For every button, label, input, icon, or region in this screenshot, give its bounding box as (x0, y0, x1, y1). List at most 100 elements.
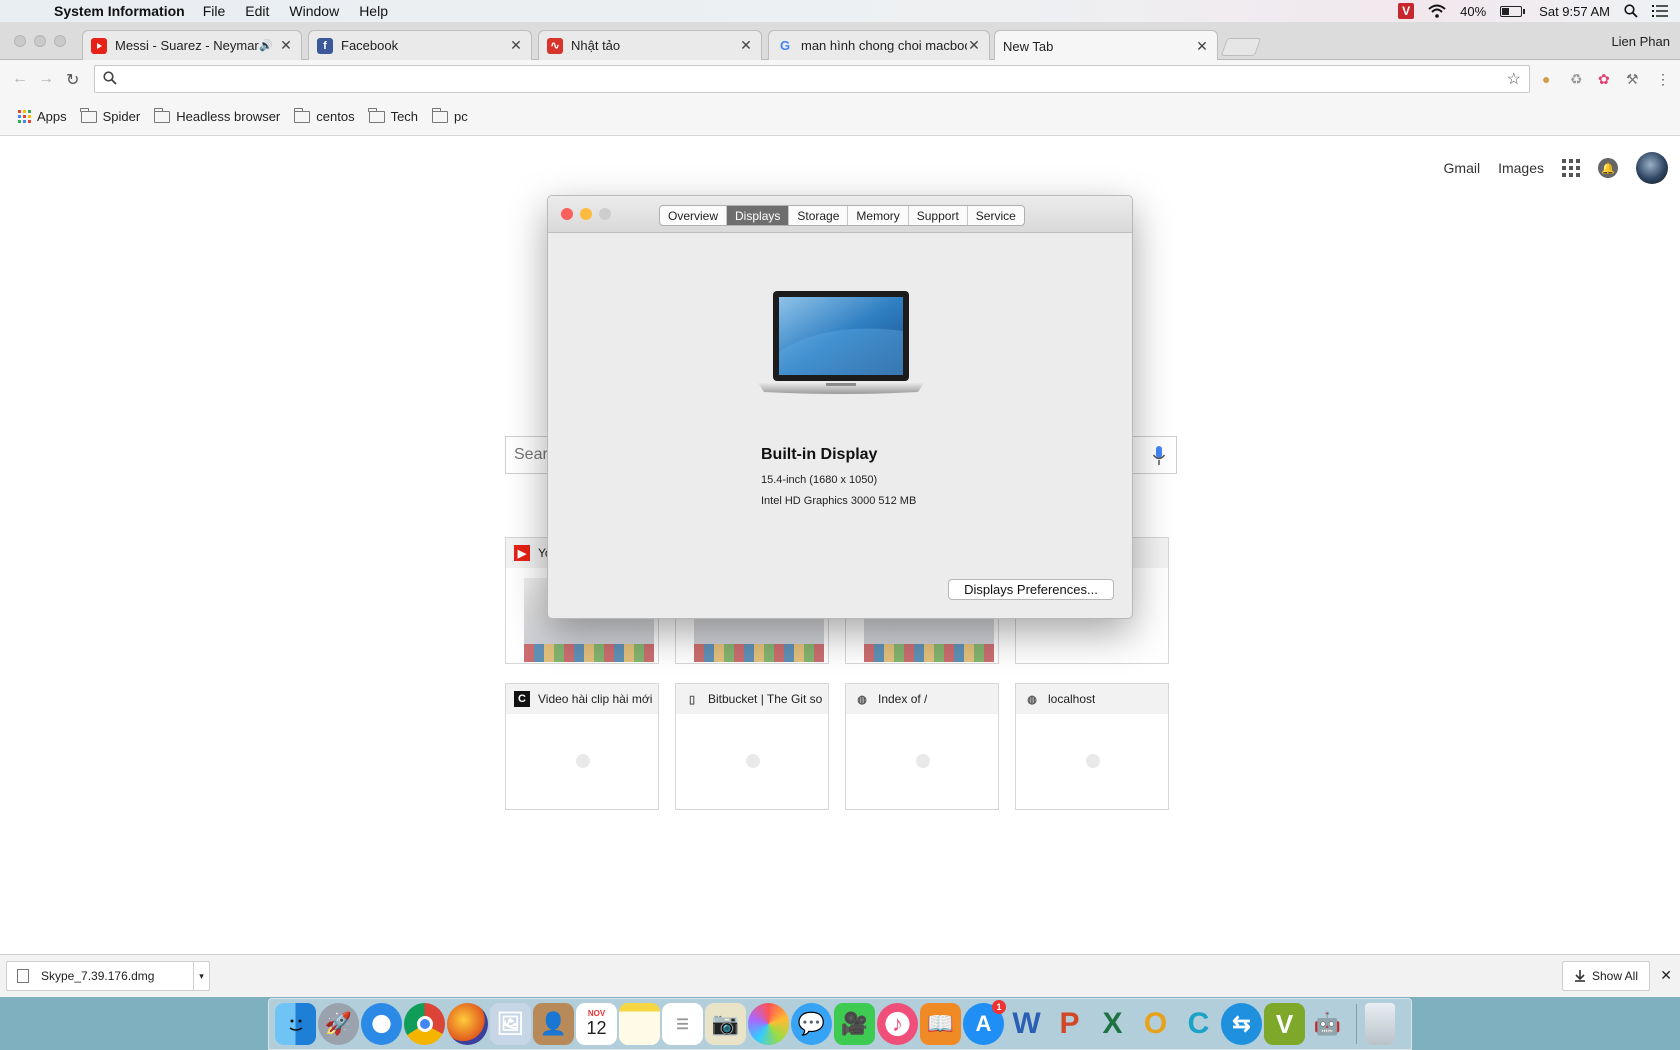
download-menu-arrow-icon[interactable]: ▾ (193, 962, 209, 990)
address-bar[interactable]: ☆ (94, 65, 1530, 93)
tab-new-tab[interactable]: New Tab ✕ (994, 30, 1218, 61)
address-input[interactable] (123, 68, 1493, 90)
bookmark-centos[interactable]: centos (293, 107, 355, 124)
finder-icon[interactable] (275, 1003, 316, 1045)
contacts-icon[interactable]: 👤 (533, 1003, 574, 1045)
vivaldi-status-icon[interactable]: V (1398, 3, 1415, 19)
photos-icon[interactable] (748, 1003, 789, 1045)
bookmark-pc[interactable]: pc (431, 107, 468, 124)
notifications-bell-icon[interactable]: 🔔 (1598, 158, 1618, 178)
bookmark-star-icon[interactable]: ☆ (1507, 69, 1521, 89)
itunes-icon[interactable]: ♪ (877, 1003, 918, 1045)
word-icon[interactable]: W (1006, 1003, 1047, 1045)
bookmark-headless-browser[interactable]: Headless browser (153, 107, 280, 124)
tab-storage[interactable]: Storage (789, 206, 849, 225)
most-visited-tile[interactable]: ◍ Index of / (845, 683, 999, 810)
reload-icon[interactable]: ↻ (66, 70, 79, 90)
excel-icon[interactable]: X (1092, 1003, 1133, 1045)
forward-arrow-icon[interactable]: → (38, 70, 54, 88)
tool-extension-icon[interactable]: ⚒ (1626, 71, 1639, 88)
tab-overview[interactable]: Overview (660, 206, 728, 225)
tab-close-icon[interactable]: ✕ (1195, 38, 1209, 55)
bookmark-spider[interactable]: Spider (80, 107, 140, 124)
ccleaner-icon[interactable]: C (1178, 1003, 1219, 1045)
gmail-link[interactable]: Gmail (1444, 160, 1481, 176)
menu-file[interactable]: File (203, 3, 226, 19)
dialog-zoom-button[interactable] (599, 208, 611, 220)
color-extension-icon[interactable]: ✿ (1598, 71, 1610, 88)
google-apps-icon[interactable] (1562, 159, 1580, 177)
tab-close-icon[interactable]: ✕ (509, 37, 523, 54)
microphone-icon[interactable] (1152, 445, 1166, 467)
tab-close-icon[interactable]: ✕ (967, 37, 981, 54)
chrome-menu-icon[interactable]: ⋮ (1656, 71, 1670, 88)
speaker-icon[interactable]: 🔊 (259, 39, 273, 52)
back-arrow-icon[interactable]: ← (12, 70, 28, 88)
window-minimize-button[interactable] (34, 35, 46, 47)
dialog-minimize-button[interactable] (580, 208, 592, 220)
wifi-icon[interactable] (1428, 4, 1446, 18)
battery-icon[interactable] (1500, 5, 1526, 17)
image-capture-icon[interactable]: 📷 (705, 1003, 746, 1045)
displays-preferences-button[interactable]: Displays Preferences... (948, 579, 1114, 600)
teamviewer-icon[interactable]: ⇆ (1221, 1003, 1262, 1045)
tab-service[interactable]: Service (968, 206, 1024, 225)
trash-icon[interactable] (1365, 1003, 1395, 1045)
window-zoom-button[interactable] (54, 35, 66, 47)
launchpad-icon[interactable]: 🚀 (318, 1003, 359, 1045)
battery-percent[interactable]: 40% (1460, 4, 1486, 19)
menu-app-name[interactable]: System Information (54, 3, 185, 19)
app-store-icon[interactable]: A1 (963, 1000, 1006, 1045)
ibooks-icon[interactable]: 📖 (920, 1003, 961, 1045)
cookie-extension-icon[interactable]: ● (1542, 71, 1550, 87)
download-item[interactable]: Skype_7.39.176.dmg ▾ (6, 961, 210, 991)
reminders-icon[interactable]: ☰ (662, 1003, 703, 1045)
automator-icon[interactable]: 🤖 (1307, 1003, 1348, 1045)
most-visited-tile[interactable]: ▯ Bitbucket | The Git so (675, 683, 829, 810)
calendar-icon[interactable]: NOV 12 (576, 1003, 617, 1045)
close-downloads-bar-icon[interactable]: ✕ (1660, 967, 1672, 984)
dialog-close-button[interactable] (561, 208, 573, 220)
outlook-icon[interactable]: O (1135, 1003, 1176, 1045)
loading-placeholder (1086, 754, 1100, 768)
facetime-icon[interactable]: 🎥 (834, 1003, 875, 1045)
most-visited-tile[interactable]: C Video hài clip hài mới (505, 683, 659, 810)
images-link[interactable]: Images (1498, 160, 1544, 176)
firefox-icon[interactable] (447, 1003, 488, 1045)
menu-help[interactable]: Help (359, 3, 388, 19)
tile-title: Video hài clip hài mới (538, 692, 653, 706)
bookmark-tech[interactable]: Tech (368, 107, 418, 124)
safari-icon[interactable] (361, 1003, 402, 1045)
account-avatar[interactable] (1636, 152, 1668, 184)
spotlight-search-icon[interactable] (1624, 4, 1638, 18)
vivaldi-app-icon[interactable]: V (1264, 1003, 1305, 1045)
recycle-extension-icon[interactable]: ♻ (1570, 71, 1583, 88)
window-close-button[interactable] (14, 35, 26, 47)
tab-nhattao[interactable]: ∿ Nhật tảo ✕ (538, 30, 762, 60)
tab-displays[interactable]: Displays (727, 206, 790, 225)
profile-name[interactable]: Lien Phan (1611, 34, 1670, 49)
bookmark-label: pc (454, 109, 468, 124)
menu-window[interactable]: Window (289, 3, 339, 19)
tab-memory[interactable]: Memory (848, 206, 909, 225)
apps-grid-icon (18, 110, 31, 123)
messages-icon[interactable]: 💬 (791, 1003, 832, 1045)
tab-close-icon[interactable]: ✕ (739, 37, 753, 54)
tab-close-icon[interactable]: ✕ (279, 37, 293, 54)
most-visited-tile[interactable]: ◍ localhost (1015, 683, 1169, 810)
menu-edit[interactable]: Edit (245, 3, 269, 19)
new-tab-button[interactable] (1220, 38, 1262, 56)
notification-center-icon[interactable] (1652, 5, 1668, 17)
clock[interactable]: Sat 9:57 AM (1539, 4, 1610, 19)
bookmark-apps[interactable]: Apps (18, 109, 67, 124)
show-all-downloads-button[interactable]: Show All (1562, 961, 1650, 991)
notes-icon[interactable] (619, 1003, 660, 1045)
chrome-icon[interactable] (404, 1003, 445, 1045)
tab-facebook[interactable]: f Facebook ✕ (308, 30, 532, 60)
preview-icon[interactable]: 🖼 (490, 1003, 531, 1045)
tab-youtube-messi[interactable]: Messi - Suarez - Neymar bỏ 🔊 ✕ (82, 30, 302, 60)
globe-icon: ◍ (1027, 693, 1037, 706)
tab-support[interactable]: Support (909, 206, 968, 225)
powerpoint-icon[interactable]: P (1049, 1003, 1090, 1045)
tab-google-search[interactable]: G man hình chong choi macbook ✕ (768, 30, 990, 60)
